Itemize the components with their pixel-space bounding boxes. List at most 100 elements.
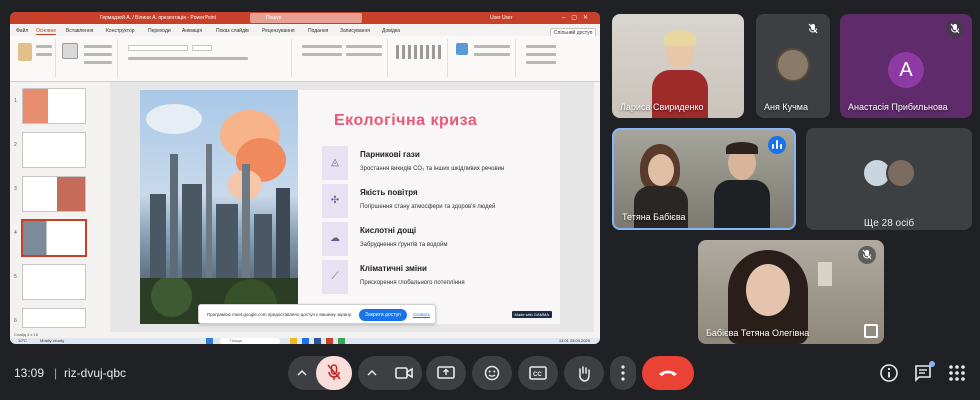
participant-tile[interactable]: Бабієва Тетяна Олегівна bbox=[698, 240, 884, 344]
tab-animation[interactable]: Анімація bbox=[182, 28, 202, 34]
arrange-group bbox=[452, 39, 516, 77]
crop-icon[interactable] bbox=[864, 324, 878, 338]
current-slide[interactable]: Екологічна криза ◬ Парникові гази Зроста… bbox=[140, 90, 560, 324]
camera-toggle-button[interactable] bbox=[386, 356, 422, 390]
search-box[interactable]: Пошук bbox=[250, 13, 362, 23]
avatar: A bbox=[888, 52, 924, 88]
fan-icon: ✣ bbox=[322, 184, 348, 218]
slide-item: ✣ Якість повітря Погіршення стану атмосф… bbox=[322, 184, 542, 218]
explorer-icon[interactable] bbox=[290, 338, 297, 344]
editor-workarea: 1 2 3 4 5 6 Екологічна криза ◬ Парникові… bbox=[10, 82, 600, 332]
tab-record[interactable]: Записування bbox=[340, 28, 370, 34]
taskbar-clock: 13:01 25.03.2025 bbox=[558, 338, 590, 343]
mic-off-icon bbox=[327, 364, 341, 380]
mic-toggle-button[interactable] bbox=[316, 356, 352, 390]
user-name[interactable]: User User bbox=[490, 15, 513, 21]
captions-button[interactable]: CC bbox=[518, 356, 558, 390]
tab-home[interactable]: Основне bbox=[36, 28, 57, 35]
participant-name: Анастасія Прибильнова bbox=[848, 102, 948, 112]
new-slide-icon[interactable] bbox=[62, 43, 78, 59]
thumb-number: 5 bbox=[14, 274, 17, 280]
item-description: Погіршення стану атмосфери та здоров'я л… bbox=[360, 204, 496, 210]
thumb-number: 4 bbox=[14, 230, 17, 236]
editing-group bbox=[520, 39, 596, 77]
tab-review[interactable]: Рецензування bbox=[262, 28, 295, 34]
chat-button[interactable] bbox=[910, 360, 936, 386]
tab-insert[interactable]: Вставлення bbox=[66, 28, 93, 34]
hide-notice-link[interactable]: Сховать bbox=[413, 312, 430, 317]
tab-help[interactable]: Довідка bbox=[382, 28, 400, 34]
stop-sharing-button[interactable]: Закрити доступ bbox=[359, 309, 407, 321]
camera-icon bbox=[395, 367, 413, 379]
tab-slideshow[interactable]: Показ слайдів bbox=[216, 28, 249, 34]
tab-file[interactable]: Файл bbox=[16, 28, 28, 34]
raise-hand-button[interactable] bbox=[564, 356, 604, 390]
search-placeholder: Пошук bbox=[266, 15, 282, 21]
participant-tile-speaking[interactable]: Тетяна Бабієва bbox=[612, 128, 796, 230]
thermometer-icon: ⟋ bbox=[322, 260, 348, 294]
meeting-time: 13:09 bbox=[14, 366, 45, 380]
apps-grid-icon bbox=[949, 365, 965, 381]
thumb-number: 6 bbox=[14, 318, 17, 324]
slides-group bbox=[58, 39, 118, 77]
participant-tile[interactable]: A Анастасія Прибильнова bbox=[840, 14, 972, 118]
tab-transitions[interactable]: Переходи bbox=[148, 28, 171, 34]
window-controls[interactable]: –▢✕ bbox=[562, 14, 594, 21]
mic-off-icon bbox=[946, 20, 964, 38]
thumbnail-slide-4[interactable] bbox=[22, 220, 86, 256]
thumb-number: 1 bbox=[14, 98, 17, 104]
slide-item: ⟋ Кліматичні зміни Прискорення глобально… bbox=[322, 260, 542, 294]
word-icon[interactable] bbox=[314, 338, 321, 344]
windows-start-icon[interactable] bbox=[206, 338, 213, 344]
chrome-icon[interactable] bbox=[338, 338, 345, 344]
shapes-icon[interactable] bbox=[456, 43, 468, 55]
thumbnail-slide-5[interactable] bbox=[22, 264, 86, 300]
mic-off-icon bbox=[858, 246, 876, 264]
tab-view[interactable]: Подання bbox=[308, 28, 328, 34]
cloud-rain-icon: ☁ bbox=[322, 222, 348, 256]
participant-tile[interactable]: Лариса Свириденко bbox=[612, 14, 744, 118]
info-icon bbox=[880, 364, 898, 382]
more-options-button[interactable] bbox=[610, 356, 636, 390]
paragraph-group bbox=[296, 39, 388, 77]
present-screen-button[interactable] bbox=[426, 356, 466, 390]
gamma-badge: Made with GAMMA bbox=[511, 311, 552, 318]
participant-name: Бабієва Тетяна Олегівна bbox=[706, 328, 810, 338]
taskbar-search[interactable]: Пошук bbox=[220, 338, 280, 344]
powerpoint-icon[interactable] bbox=[326, 338, 333, 344]
edge-icon[interactable] bbox=[302, 338, 309, 344]
editor-scrollbar[interactable] bbox=[594, 82, 600, 332]
mic-control-group bbox=[288, 356, 352, 390]
thumbnail-slide-3[interactable] bbox=[22, 176, 86, 212]
camera-options-button[interactable] bbox=[358, 356, 386, 390]
reactions-button[interactable] bbox=[472, 356, 512, 390]
emoji-icon bbox=[484, 365, 500, 381]
more-participants-tile[interactable]: Ще 28 осіб bbox=[806, 128, 972, 230]
separator: | bbox=[54, 366, 58, 380]
hang-up-icon bbox=[659, 370, 677, 376]
participant-tile[interactable]: Аня Кучма bbox=[756, 14, 830, 118]
captions-icon: CC bbox=[529, 366, 547, 380]
windows-taskbar: 10°C Mostly cloudy Пошук 13:01 25.03.202… bbox=[10, 338, 600, 344]
meeting-code: riz-dvuj-qbc bbox=[64, 366, 127, 380]
more-participants-label: Ще 28 осіб bbox=[863, 218, 915, 229]
mic-options-button[interactable] bbox=[288, 356, 316, 390]
participant-name: Лариса Свириденко bbox=[620, 102, 704, 112]
mic-off-icon bbox=[804, 20, 822, 38]
unread-dot bbox=[929, 361, 935, 367]
speaking-indicator-icon bbox=[768, 136, 786, 154]
participant-name: Тетяна Бабієва bbox=[622, 212, 686, 222]
thumbnail-slide-6[interactable] bbox=[22, 308, 86, 328]
thumbnail-slide-2[interactable] bbox=[22, 132, 86, 168]
tab-design[interactable]: Конструктор bbox=[106, 28, 135, 34]
slide-thumbnails: 1 2 3 4 5 6 bbox=[10, 82, 110, 332]
leave-call-button[interactable] bbox=[642, 356, 694, 390]
paste-icon[interactable] bbox=[18, 43, 32, 61]
thumbnail-slide-1[interactable] bbox=[22, 88, 86, 124]
activities-button[interactable] bbox=[944, 360, 970, 386]
meeting-details-button[interactable] bbox=[876, 360, 902, 386]
item-heading: Кліматичні зміни bbox=[360, 264, 427, 273]
participant-face bbox=[746, 264, 790, 316]
slide-item: ◬ Парникові гази Зростання викидів CO₂ т… bbox=[322, 146, 542, 180]
participant-face bbox=[648, 154, 674, 186]
